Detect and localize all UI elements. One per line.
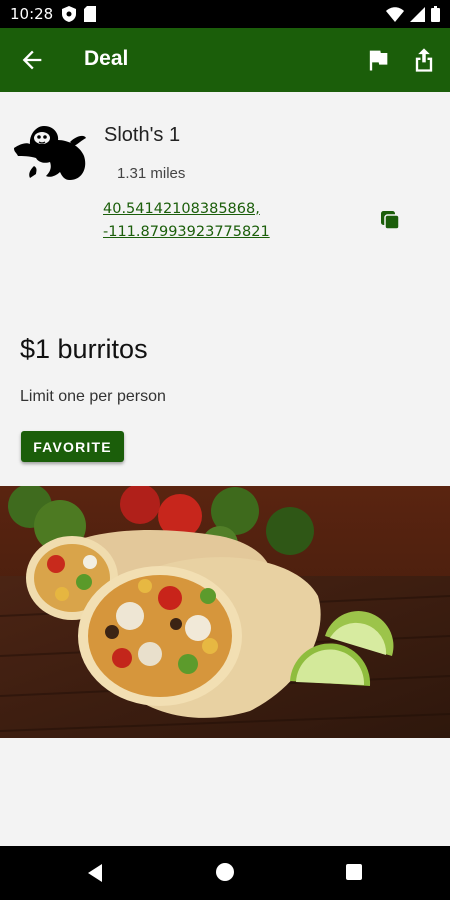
nav-recents-icon[interactable]: [345, 863, 363, 881]
signal-icon: [410, 6, 425, 22]
system-nav-bar: [0, 846, 450, 900]
nav-home-icon[interactable]: [215, 862, 235, 882]
app-bar: Deal: [0, 28, 450, 92]
sloth-logo: [14, 126, 86, 180]
place-name: Sloth's 1: [104, 124, 181, 146]
favorite-button[interactable]: FAVORITE: [21, 431, 124, 462]
latitude-text[interactable]: 40.54142108385868,: [103, 198, 270, 221]
share-icon[interactable]: [410, 46, 438, 74]
wifi-icon: [386, 6, 404, 22]
back-arrow-icon[interactable]: [18, 46, 46, 74]
burrito-photo: [0, 486, 450, 738]
distance-label: 1.31 miles: [117, 165, 186, 182]
nav-back-icon[interactable]: [84, 862, 106, 884]
deal-title: $1 burritos: [20, 334, 148, 364]
status-time: 10:28: [10, 5, 54, 23]
sd-card-icon: [84, 6, 96, 22]
copy-icon[interactable]: [378, 208, 402, 232]
longitude-text[interactable]: -111.87993923775821: [103, 221, 270, 244]
battery-icon: [431, 6, 440, 22]
coordinates-link[interactable]: 40.54142108385868, -111.87993923775821: [103, 198, 270, 244]
flag-icon[interactable]: [364, 46, 392, 74]
status-bar: 10:28: [0, 0, 450, 28]
page-title: Deal: [84, 47, 129, 70]
deal-description: Limit one per person: [20, 388, 166, 405]
shield-icon: [62, 6, 76, 22]
